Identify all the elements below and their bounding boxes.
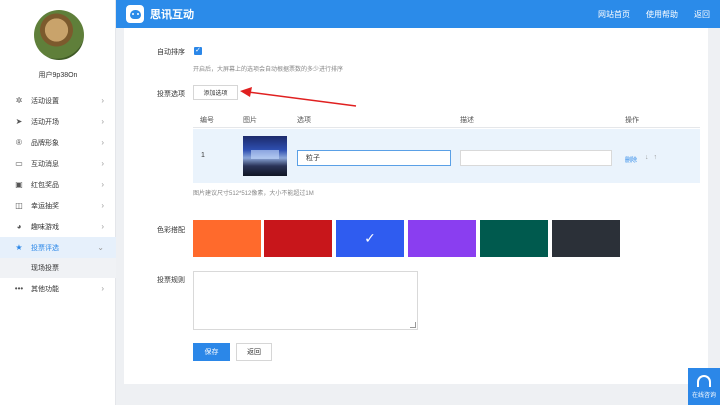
color-swatch-dark[interactable] (552, 220, 620, 257)
auto-sort-hint: 开启后，大屏幕上的选项会自动根据票数的多少进行排序 (193, 67, 344, 73)
back-button[interactable]: 返回 (236, 343, 272, 361)
option-name-input[interactable]: 粒子 (297, 150, 451, 166)
app-logo[interactable]: 思讯互动 (126, 5, 194, 23)
sidebar-item-label: 其他功能 (31, 285, 59, 293)
header-nav: 网站首页 使用帮助 返回 (582, 9, 710, 20)
save-button[interactable]: 保存 (193, 343, 230, 361)
sidebar-subitem-live-voting[interactable]: 现场投票 (0, 258, 116, 278)
online-consult-button[interactable]: 在线咨询 (688, 368, 720, 405)
sidebar: 用户9p38On ✲ 活动设置 › ➤ 活动开场 › ® 品牌形象 › ▭ 互动… (0, 0, 116, 405)
vote-rules-textarea[interactable] (193, 271, 418, 330)
message-icon: ▭ (15, 159, 23, 168)
sidebar-menu: ✲ 活动设置 › ➤ 活动开场 › ® 品牌形象 › ▭ 互动消息 › ▣ 红包… (0, 90, 116, 299)
vote-rules-label: 投票规则 (157, 277, 185, 284)
auto-sort-checkbox[interactable]: ✓ (194, 47, 202, 55)
chevron-right-icon: › (101, 138, 104, 147)
top-header: 思讯互动 网站首页 使用帮助 返回 (116, 0, 720, 28)
sidebar-item-voting[interactable]: ★ 投票评选 ⌄ (0, 237, 116, 258)
col-description: 描述 (460, 117, 474, 124)
check-icon: ✓ (364, 230, 376, 246)
sidebar-item-label: 活动开场 (31, 118, 59, 126)
col-number: 编号 (200, 117, 214, 124)
color-swatch-purple[interactable] (408, 220, 476, 257)
nav-help-link[interactable]: 使用帮助 (646, 9, 678, 20)
option-image[interactable] (243, 136, 287, 176)
move-arrows[interactable]: ↓↑ (645, 154, 662, 161)
col-option: 选项 (297, 117, 311, 124)
sidebar-item-activity-opening[interactable]: ➤ 活动开场 › (0, 111, 116, 132)
logo-icon (126, 5, 144, 23)
sidebar-item-label: 互动消息 (31, 160, 59, 168)
color-swatch-blue[interactable]: ✓ (336, 220, 404, 257)
image-size-hint: 图片建议尺寸512*512像素，大小不能超过1M (193, 191, 314, 197)
send-icon: ➤ (15, 117, 23, 126)
chevron-right-icon: › (101, 222, 104, 231)
chevron-right-icon: › (101, 180, 104, 189)
table-header: 编号 图片 选项 描述 操作 (193, 110, 700, 128)
color-swatch-green[interactable] (480, 220, 548, 257)
vote-options-label: 投票选项 (157, 91, 185, 98)
online-consult-label: 在线咨询 (691, 392, 716, 399)
nav-home-link[interactable]: 网站首页 (598, 9, 630, 20)
chevron-down-icon: ⌄ (97, 243, 104, 252)
add-option-button[interactable]: 添加选项 (193, 85, 238, 100)
color-swatch-orange[interactable] (193, 220, 261, 257)
col-actions: 操作 (625, 117, 639, 124)
app-title: 思讯互动 (150, 9, 194, 21)
auto-sort-label: 自动排序 (157, 49, 185, 56)
option-description-input[interactable] (460, 150, 612, 166)
sidebar-item-label: 品牌形象 (31, 139, 59, 147)
sidebar-item-brand-image[interactable]: ® 品牌形象 › (0, 132, 116, 153)
sidebar-item-fun-games[interactable]: ◕ 趣味游戏 › (0, 216, 116, 237)
sidebar-item-activity-settings[interactable]: ✲ 活动设置 › (0, 90, 116, 111)
table-row: 1 粒子 删除 ↓↑ (193, 129, 700, 183)
options-table: 编号 图片 选项 描述 操作 1 粒子 删除 ↓↑ (193, 110, 700, 183)
registered-icon: ® (16, 138, 22, 147)
annotation-arrow (240, 87, 357, 107)
delete-link[interactable]: 删除 (625, 155, 637, 164)
star-icon: ★ (15, 243, 23, 252)
row-number: 1 (201, 152, 205, 159)
chevron-right-icon: › (101, 284, 104, 293)
avatar[interactable] (34, 10, 84, 60)
sidebar-item-label: 活动设置 (31, 97, 59, 105)
sidebar-item-label: 幸运抽奖 (31, 202, 59, 210)
color-swatch-red[interactable] (264, 220, 332, 257)
sidebar-item-interactive-messages[interactable]: ▭ 互动消息 › (0, 153, 116, 174)
content-card (124, 28, 708, 384)
username: 用户9p38On (38, 72, 78, 79)
chevron-right-icon: › (101, 159, 104, 168)
more-icon: ••• (14, 284, 24, 293)
color-scheme-label: 色彩搭配 (157, 227, 185, 234)
chevron-right-icon: › (101, 96, 104, 105)
nav-back-link[interactable]: 返回 (694, 9, 710, 20)
sidebar-item-other-features[interactable]: ••• 其他功能 › (0, 278, 116, 299)
sidebar-item-label: 投票评选 (31, 244, 59, 252)
sidebar-item-lucky-draw[interactable]: ◫ 幸运抽奖 › (0, 195, 116, 216)
sidebar-item-label: 红包奖品 (31, 181, 59, 189)
sidebar-item-red-packet-prizes[interactable]: ▣ 红包奖品 › (0, 174, 116, 195)
lottery-icon: ◫ (15, 201, 23, 210)
headset-icon (697, 374, 711, 387)
game-icon: ◕ (16, 222, 22, 231)
gear-icon: ✲ (15, 96, 23, 105)
gift-icon: ▣ (15, 180, 23, 189)
chevron-right-icon: › (101, 201, 104, 210)
chevron-right-icon: › (101, 117, 104, 126)
sidebar-item-label: 趣味游戏 (31, 223, 59, 231)
col-image: 图片 (243, 117, 257, 124)
